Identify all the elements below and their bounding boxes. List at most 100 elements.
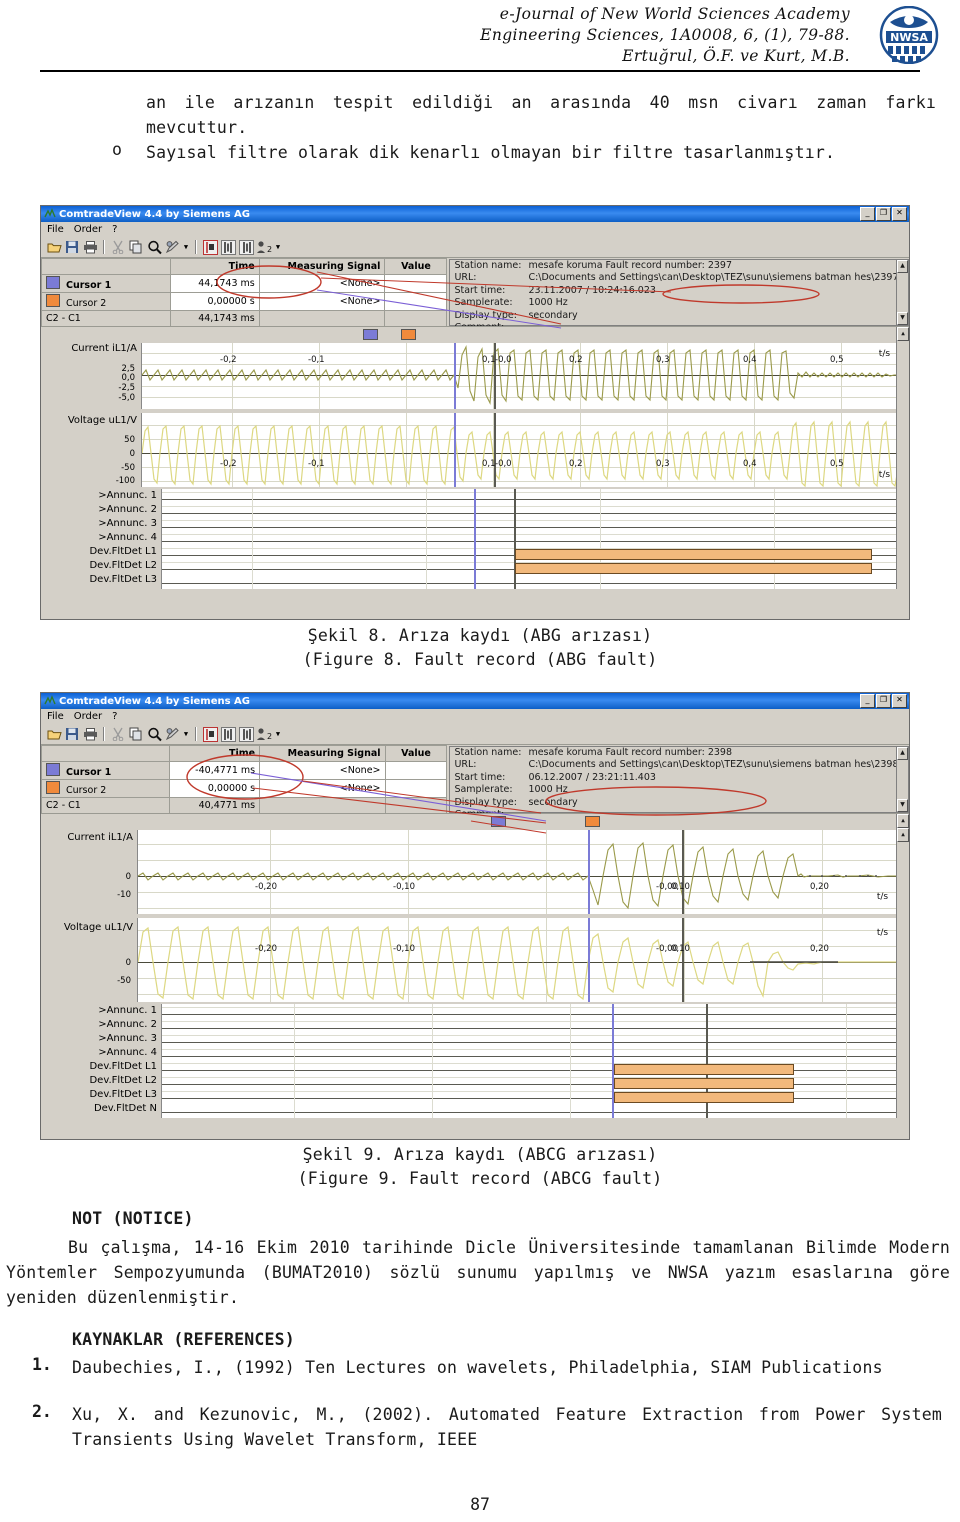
menu-item-help[interactable]: ? [112, 224, 117, 235]
cursor2-flag[interactable] [401, 329, 416, 340]
annunciator-label: >Annunc. 2 [98, 504, 157, 515]
cursor2-time[interactable]: 0,00000 s [169, 292, 260, 311]
maximize-button[interactable]: ❐ [876, 694, 891, 708]
plot-scroll-top[interactable]: ▲ [896, 327, 909, 341]
scroll-up-arrow-icon[interactable]: ▲ [897, 828, 909, 842]
cursor1-line[interactable] [454, 343, 456, 409]
scroll-up-arrow-icon[interactable]: ▲ [897, 814, 909, 828]
close-button[interactable]: ✕ [892, 207, 907, 221]
copy-icon[interactable] [128, 726, 144, 742]
scroll-up-arrow-icon[interactable]: ▲ [897, 747, 908, 760]
save-disk-icon[interactable] [64, 726, 80, 742]
cursor2-flag[interactable] [585, 816, 600, 827]
cursor2-signal[interactable]: <None> [258, 292, 386, 311]
minimize-button[interactable]: _ [860, 207, 875, 221]
cursor1-signal[interactable]: <None> [258, 274, 386, 293]
table-row[interactable]: Cursor 1 44,1743 ms <None> [41, 274, 448, 293]
scroll-up-arrow-icon[interactable]: ▲ [897, 327, 909, 341]
maximize-button[interactable]: ❐ [876, 207, 891, 221]
open-folder-icon[interactable] [46, 239, 62, 255]
window1-titlebar[interactable]: ComtradeView 4.4 by Siemens AG _ ❐ ✕ [41, 206, 909, 222]
cursor2-signal[interactable]: <None> [259, 779, 386, 798]
cursor1-line[interactable] [454, 413, 456, 487]
info-scrollbar[interactable]: ▲ ▼ [896, 260, 908, 325]
red-marker-icon[interactable] [202, 239, 218, 255]
print-icon[interactable] [82, 726, 98, 742]
open-folder-icon[interactable] [46, 726, 62, 742]
menu-item-order[interactable]: Order [74, 224, 102, 235]
window2-menubar[interactable]: File Order ? [41, 709, 909, 724]
cursor1-line[interactable] [588, 918, 590, 1002]
close-button[interactable]: ✕ [892, 694, 907, 708]
scroll-up-arrow-icon[interactable]: ▲ [897, 260, 908, 273]
right-waveform-icon[interactable] [238, 239, 254, 255]
window1-annunciator-plot[interactable] [161, 489, 896, 589]
left-waveform-icon[interactable] [220, 726, 236, 742]
cursor1-flag[interactable] [491, 816, 506, 827]
scroll-down-arrow-icon[interactable]: ▼ [897, 312, 908, 325]
copy-icon[interactable] [128, 239, 144, 255]
table-row[interactable]: Cursor 2 0,00000 s <None> [41, 292, 448, 311]
cursor2-line[interactable] [494, 413, 496, 487]
plot-scroll-right[interactable] [896, 1004, 909, 1118]
current-plot-area[interactable]: -0,2 -0,1 -0,0 0,1 0,2 0,3 0,4 0,5 t/s [141, 343, 897, 409]
cut-icon[interactable] [110, 726, 126, 742]
menu-item-file[interactable]: File [47, 224, 64, 235]
plot-scroll-right[interactable]: ▲ [896, 828, 909, 916]
window1-toolbar[interactable]: ▼ 2 ▼ [41, 237, 909, 258]
comtradeview-window-1[interactable]: ComtradeView 4.4 by Siemens AG _ ❐ ✕ Fil… [40, 205, 910, 620]
window2-cursor-table[interactable]: Time Measuring Signal Value Cursor 1 -40… [41, 745, 448, 814]
menu-item-help[interactable]: ? [112, 711, 117, 722]
window2-toolbar[interactable]: ▼ 2 ▼ [41, 724, 909, 745]
user-icon[interactable]: 2 [256, 726, 272, 742]
scroll-down-arrow-icon[interactable]: ▼ [897, 799, 908, 812]
info-scrollbar[interactable]: ▲ ▼ [896, 747, 908, 812]
menu-item-order[interactable]: Order [74, 711, 102, 722]
minimize-button[interactable]: _ [860, 694, 875, 708]
plot-scroll-right[interactable] [896, 916, 909, 1004]
cursor2-line[interactable] [514, 489, 516, 589]
cursor2-time[interactable]: 0,00000 s [169, 779, 261, 798]
zoom-magnifier-icon[interactable] [146, 726, 162, 742]
dropdown-caret-icon[interactable]: ▼ [182, 730, 190, 738]
cursor1-flag[interactable] [363, 329, 378, 340]
table-row[interactable]: Cursor 1 -40,4771 ms <None> [41, 761, 448, 780]
plot-scroll-right[interactable] [896, 341, 909, 411]
plot-scroll-top[interactable]: ▲ [896, 814, 909, 828]
zoom-magnifier-icon[interactable] [146, 239, 162, 255]
cursor1-time[interactable]: 44,1743 ms [169, 274, 260, 293]
window2-titlebar[interactable]: ComtradeView 4.4 by Siemens AG _ ❐ ✕ [41, 693, 909, 709]
table-row[interactable]: Cursor 2 0,00000 s <None> [41, 779, 448, 798]
cursor2-line[interactable] [682, 830, 684, 914]
plot-scroll-right[interactable] [896, 411, 909, 489]
window1-cursor-table[interactable]: Time Measuring Signal Value Cursor 1 44,… [41, 258, 448, 327]
window2-title-buttons[interactable]: _ ❐ ✕ [860, 694, 907, 708]
plot-scroll-right[interactable] [896, 489, 909, 589]
voltage-plot-area[interactable]: -0,20 -0,10 -0,00 0,10 0,20 t/s [137, 918, 897, 1002]
red-marker-icon[interactable] [202, 726, 218, 742]
save-disk-icon[interactable] [64, 239, 80, 255]
cut-icon[interactable] [110, 239, 126, 255]
left-waveform-icon[interactable] [220, 239, 236, 255]
voltage-plot-area[interactable]: -0,2 -0,1 -0,0 0,1 0,2 0,3 0,4 0,5 t/s [141, 413, 897, 487]
cursor1-time[interactable]: -40,4771 ms [169, 761, 261, 780]
cursor2-line[interactable] [494, 343, 496, 409]
dropdown-caret-icon[interactable]: ▼ [182, 243, 190, 251]
current-plot-area[interactable]: -0,20 -0,10 -0,00 0,10 0,20 t/s [137, 830, 897, 914]
cursor1-line[interactable] [474, 489, 476, 589]
pen-icon[interactable] [164, 239, 180, 255]
pen-icon[interactable] [164, 726, 180, 742]
dropdown-caret-icon[interactable]: ▼ [274, 243, 282, 251]
print-icon[interactable] [82, 239, 98, 255]
menu-item-file[interactable]: File [47, 711, 64, 722]
window1-menubar[interactable]: File Order ? [41, 222, 909, 237]
cursor2-line[interactable] [682, 918, 684, 1002]
comtradeview-window-2[interactable]: ComtradeView 4.4 by Siemens AG _ ❐ ✕ Fil… [40, 692, 910, 1140]
window1-title-buttons[interactable]: _ ❐ ✕ [860, 207, 907, 221]
user-icon[interactable]: 2 [256, 239, 272, 255]
cursor1-line[interactable] [588, 830, 590, 914]
window2-annunciator-plot[interactable] [161, 1004, 896, 1118]
right-waveform-icon[interactable] [238, 726, 254, 742]
cursor1-signal[interactable]: <None> [259, 761, 386, 780]
dropdown-caret-icon[interactable]: ▼ [274, 730, 282, 738]
